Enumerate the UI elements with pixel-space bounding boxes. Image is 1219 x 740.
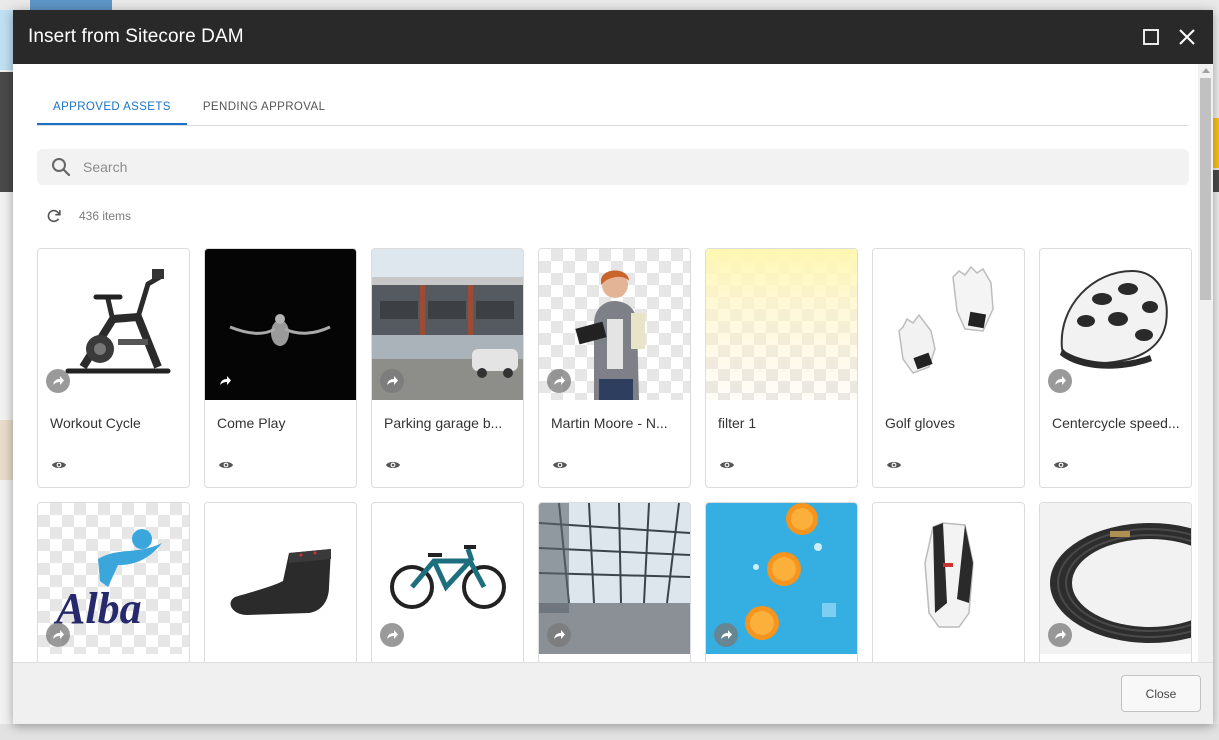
search-input[interactable] [83, 159, 1083, 175]
asset-card[interactable]: Golf gloves [872, 248, 1025, 488]
asset-card[interactable] [538, 502, 691, 662]
asset-card[interactable]: Martin Moore - N... [538, 248, 691, 488]
share-icon[interactable] [380, 369, 404, 393]
insert-dialog: Insert from Sitecore DAM APPROVED ASSETS… [13, 10, 1213, 724]
asset-card[interactable]: Alba [37, 502, 190, 662]
background-app-bottom [0, 724, 1219, 740]
share-icon[interactable] [1048, 623, 1072, 647]
close-icon[interactable] [1177, 27, 1197, 47]
asset-card[interactable]: Parking garage b... [371, 248, 524, 488]
asset-title: Workout Cycle [50, 415, 141, 431]
results-meta: 436 items [45, 207, 131, 225]
asset-card[interactable] [705, 502, 858, 662]
share-icon[interactable] [213, 369, 237, 393]
refresh-icon[interactable] [45, 207, 63, 225]
search-icon [52, 158, 71, 177]
eye-icon[interactable] [385, 457, 401, 473]
dialog-footer: Close [13, 662, 1213, 724]
asset-title: Come Play [217, 415, 286, 431]
background-app-left-tan [0, 420, 13, 480]
background-app-left-blue [0, 10, 13, 70]
dialog-title: Insert from Sitecore DAM [28, 26, 244, 47]
dialog-body: APPROVED ASSETS PENDING APPROVAL 436 ite… [13, 64, 1198, 662]
share-icon[interactable] [547, 623, 571, 647]
search-bar [37, 149, 1189, 185]
eye-icon[interactable] [719, 457, 735, 473]
asset-title: Martin Moore - N... [551, 415, 668, 431]
tab-approved-assets[interactable]: APPROVED ASSETS [37, 94, 187, 125]
maximize-icon[interactable] [1141, 27, 1161, 47]
close-button[interactable]: Close [1121, 675, 1201, 712]
asset-thumbnail [706, 249, 857, 400]
share-icon[interactable] [1048, 369, 1072, 393]
asset-thumbnail [205, 503, 356, 654]
asset-card[interactable] [371, 502, 524, 662]
background-app-top [0, 0, 1219, 10]
asset-thumbnail [873, 249, 1024, 400]
asset-card[interactable]: Centercycle speed... [1039, 248, 1192, 488]
eye-icon[interactable] [51, 457, 67, 473]
background-app-right-yellow [1213, 118, 1219, 168]
asset-title: Golf gloves [885, 415, 956, 431]
eye-icon[interactable] [1053, 457, 1069, 473]
share-icon[interactable] [714, 623, 738, 647]
scrollbar[interactable] [1198, 64, 1213, 662]
background-app-tab [30, 0, 112, 10]
asset-title: filter 1 [718, 415, 757, 431]
background-app-right-dark [1213, 170, 1219, 192]
scroll-up-arrow-icon[interactable] [1202, 68, 1210, 73]
asset-thumbnail [873, 503, 1024, 654]
asset-card[interactable] [1039, 502, 1192, 662]
item-count: 436 items [79, 209, 132, 223]
asset-card[interactable] [204, 502, 357, 662]
tab-bar: APPROVED ASSETS PENDING APPROVAL [37, 94, 1189, 126]
tab-pending-approval[interactable]: PENDING APPROVAL [187, 94, 342, 125]
share-icon[interactable] [380, 623, 404, 647]
share-icon[interactable] [46, 623, 70, 647]
asset-card[interactable]: Workout Cycle [37, 248, 190, 488]
scrollbar-thumb[interactable] [1200, 78, 1211, 300]
background-app-left-dark [0, 72, 13, 192]
dialog-titlebar: Insert from Sitecore DAM [13, 10, 1213, 64]
asset-card[interactable]: filter 1 [705, 248, 858, 488]
asset-card[interactable]: Come Play [204, 248, 357, 488]
eye-icon[interactable] [886, 457, 902, 473]
asset-title: Parking garage b... [384, 415, 503, 431]
eye-icon[interactable] [552, 457, 568, 473]
eye-icon[interactable] [218, 457, 234, 473]
asset-card[interactable] [872, 502, 1025, 662]
share-icon[interactable] [46, 369, 70, 393]
share-icon[interactable] [547, 369, 571, 393]
asset-title: Centercycle speed... [1052, 415, 1180, 431]
